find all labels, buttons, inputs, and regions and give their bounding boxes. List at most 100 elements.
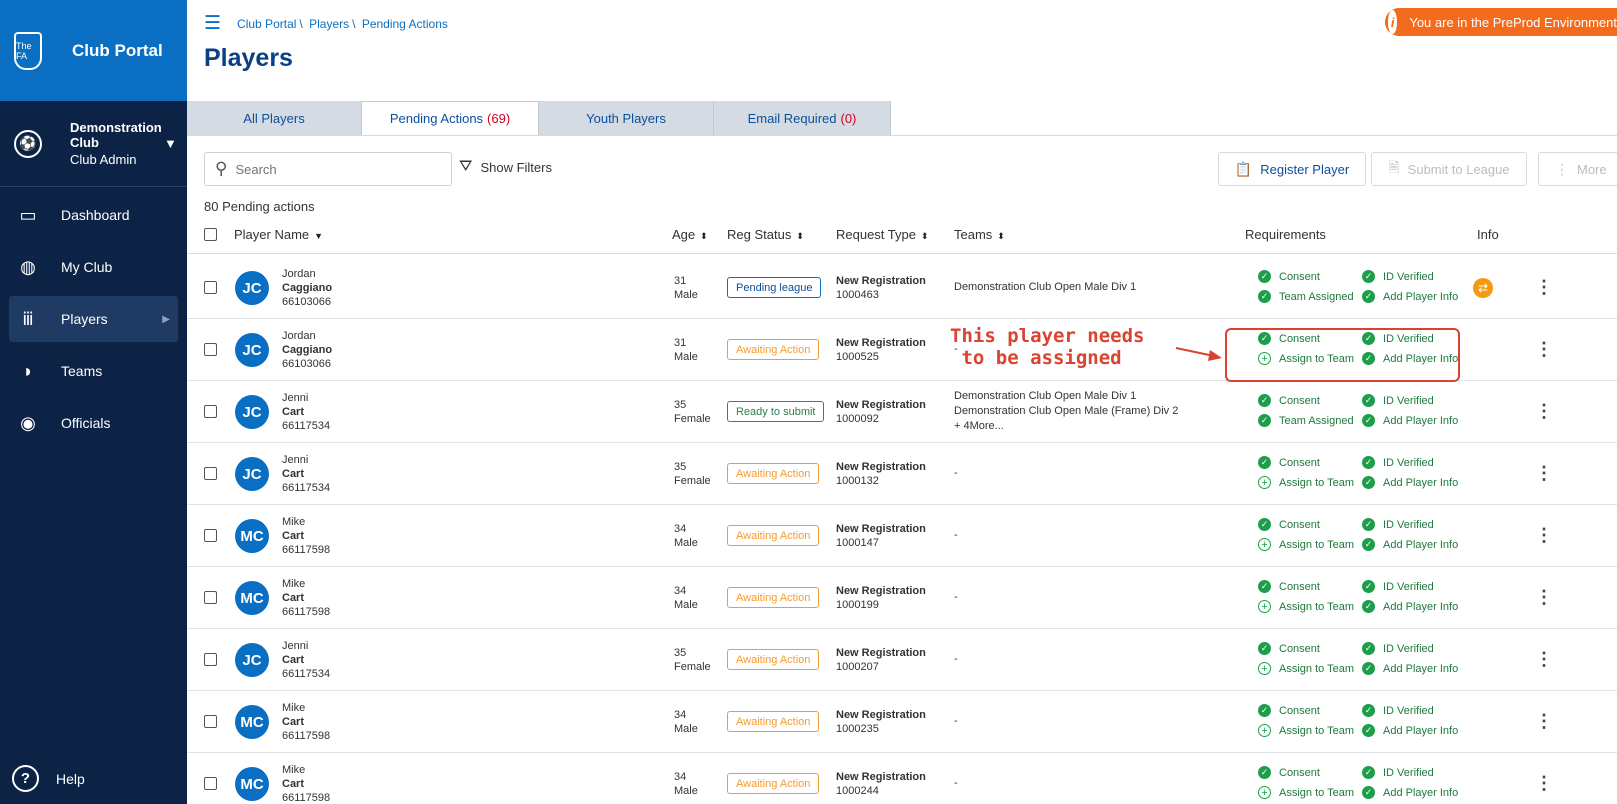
row-actions-kebab-icon[interactable]: ⋮	[1535, 277, 1553, 298]
row-checkbox[interactable]	[204, 591, 217, 604]
player-name[interactable]: Jenni Cart 66117534	[282, 453, 330, 495]
row-actions-kebab-icon[interactable]: ⋮	[1535, 649, 1553, 670]
tab-all-players[interactable]: All Players	[187, 101, 362, 135]
avatar: MC	[235, 519, 269, 553]
breadcrumb-item[interactable]: Players	[309, 17, 349, 31]
row-actions-kebab-icon[interactable]: ⋮	[1535, 773, 1553, 794]
table-row[interactable]: MC Mike Cart 66117598 34 Male Awaiting A…	[187, 753, 1617, 804]
check-circle-icon: ✓	[1258, 642, 1271, 655]
sidebar-item-label: Players	[61, 311, 108, 327]
requirement-player-info[interactable]: ✓ Add Player Info	[1362, 414, 1458, 427]
row-checkbox[interactable]	[204, 405, 217, 418]
player-name[interactable]: Mike Cart 66117598	[282, 763, 330, 804]
column-age[interactable]: Age ⬍	[672, 227, 708, 242]
table-row[interactable]: JC Jordan Caggiano 66103066 31 Male Pend…	[187, 257, 1617, 319]
tab-email-required[interactable]: Email Required (0)	[714, 101, 891, 135]
check-circle-icon: ✓	[1362, 518, 1375, 531]
plus-circle-icon: +	[1258, 538, 1271, 551]
tab-pending-actions[interactable]: Pending Actions (69)	[362, 101, 539, 135]
sync-icon[interactable]: ⇄	[1473, 278, 1493, 298]
row-actions-kebab-icon[interactable]: ⋮	[1535, 711, 1553, 732]
caret-down-icon[interactable]: ▼	[164, 136, 177, 151]
hamburger-menu-icon[interactable]: ☰	[204, 12, 221, 35]
row-checkbox[interactable]	[204, 467, 217, 480]
sidebar-item-teams[interactable]: ◗ Teams	[9, 348, 178, 394]
requirement-player-info[interactable]: ✓ Add Player Info	[1362, 662, 1458, 675]
select-all-checkbox[interactable]	[204, 228, 217, 241]
requirement-player-info[interactable]: ✓ Add Player Info	[1362, 724, 1458, 737]
requirement-player-info[interactable]: ✓ Add Player Info	[1362, 538, 1458, 551]
requirement-player-info[interactable]: ✓ Add Player Info	[1362, 476, 1458, 489]
table-row[interactable]: MC Mike Cart 66117598 34 Male Awaiting A…	[187, 505, 1617, 567]
row-checkbox[interactable]	[204, 529, 217, 542]
column-reg-status[interactable]: Reg Status ⬍	[727, 227, 804, 242]
breadcrumb-item[interactable]: Club Portal	[237, 17, 296, 31]
row-checkbox[interactable]	[204, 281, 217, 294]
page-title: Players	[204, 44, 293, 72]
chevron-right-icon: ▶	[162, 313, 170, 325]
club-switcher[interactable]: ⚽ Demonstration Club Club Admin ▼	[0, 101, 187, 187]
player-age: 35 Female	[674, 647, 711, 673]
table-row[interactable]: JC Jenni Cart 66117534 35 Female Ready t…	[187, 381, 1617, 443]
sort-icon: ⬍	[700, 231, 708, 241]
avatar: JC	[235, 271, 269, 305]
row-actions-kebab-icon[interactable]: ⋮	[1535, 401, 1553, 422]
row-actions-kebab-icon[interactable]: ⋮	[1535, 339, 1553, 360]
request-type: New Registration 1000207	[836, 647, 926, 673]
row-checkbox[interactable]	[204, 343, 217, 356]
sort-icon: ⬍	[997, 231, 1005, 241]
sidebar-item-dashboard[interactable]: ▭ Dashboard	[9, 192, 178, 238]
sidebar-nav: ▭ Dashboard ◍ My Club ⅲ Players ▶ ◗ Team…	[0, 192, 187, 446]
request-type: New Registration 1000463	[836, 275, 926, 301]
player-name[interactable]: Jordan Caggiano 66103066	[282, 267, 332, 309]
plus-circle-icon: +	[1258, 662, 1271, 675]
row-checkbox[interactable]	[204, 777, 217, 790]
requirement-player-info[interactable]: ✓ Add Player Info	[1362, 290, 1458, 303]
submit-to-league-button[interactable]: 🗎 Submit to League	[1371, 152, 1527, 186]
player-first-name: Jenni	[282, 392, 309, 404]
table-row[interactable]: JC Jenni Cart 66117534 35 Female Awaitin…	[187, 443, 1617, 505]
column-player-name[interactable]: Player Name ▼	[234, 227, 323, 242]
sidebar-header: The FA Club Portal	[0, 0, 187, 101]
requirement-team[interactable]: + Assign to Team	[1258, 786, 1354, 799]
row-checkbox[interactable]	[204, 653, 217, 666]
column-teams[interactable]: Teams ⬍	[954, 227, 1005, 242]
requirement-team[interactable]: + Assign to Team	[1258, 538, 1354, 551]
row-actions-kebab-icon[interactable]: ⋮	[1535, 463, 1553, 484]
sidebar-item-players[interactable]: ⅲ Players ▶	[9, 296, 178, 342]
row-actions-kebab-icon[interactable]: ⋮	[1535, 587, 1553, 608]
row-checkbox[interactable]	[204, 715, 217, 728]
requirement-player-info[interactable]: ✓ Add Player Info	[1362, 600, 1458, 613]
requirement-team[interactable]: + Assign to Team	[1258, 476, 1354, 489]
column-request-type[interactable]: Request Type ⬍	[836, 227, 929, 242]
table-row[interactable]: MC Mike Cart 66117598 34 Male Awaiting A…	[187, 567, 1617, 629]
player-name[interactable]: Jenni Cart 66117534	[282, 391, 330, 433]
team-name: Demonstration Club Open Male Div 1	[954, 390, 1137, 402]
requirement-consent: ✓ Consent	[1258, 642, 1320, 655]
requirement-team[interactable]: + Assign to Team	[1258, 662, 1354, 675]
sidebar-item-label: Dashboard	[61, 207, 130, 223]
table-row[interactable]: JC Jenni Cart 66117534 35 Female Awaitin…	[187, 629, 1617, 691]
player-first-name: Mike	[282, 578, 306, 590]
tab-youth-players[interactable]: Youth Players	[539, 101, 714, 135]
requirement-team[interactable]: + Assign to Team	[1258, 724, 1354, 737]
player-name[interactable]: Mike Cart 66117598	[282, 515, 330, 557]
more-button[interactable]: ⋮ More	[1538, 152, 1617, 186]
player-first-name: Jordan	[282, 330, 316, 342]
player-gender: Male	[674, 351, 698, 363]
table-row[interactable]: MC Mike Cart 66117598 34 Male Awaiting A…	[187, 691, 1617, 753]
help-label: Help	[56, 770, 85, 787]
sidebar-item-my-club[interactable]: ◍ My Club	[9, 244, 178, 290]
help-link[interactable]: ? Help	[12, 765, 85, 792]
player-name[interactable]: Jordan Caggiano 66103066	[282, 329, 332, 371]
requirement-team[interactable]: + Assign to Team	[1258, 600, 1354, 613]
row-actions-kebab-icon[interactable]: ⋮	[1535, 525, 1553, 546]
show-filters-button[interactable]: ⛛ Show Filters	[459, 158, 552, 176]
requirement-player-info[interactable]: ✓ Add Player Info	[1362, 786, 1458, 799]
player-name[interactable]: Mike Cart 66117598	[282, 701, 330, 743]
player-name[interactable]: Jenni Cart 66117534	[282, 639, 330, 681]
search-input[interactable]	[235, 161, 426, 177]
register-player-button[interactable]: 📋 Register Player	[1218, 152, 1366, 186]
player-name[interactable]: Mike Cart 66117598	[282, 577, 330, 619]
sidebar-item-officials[interactable]: ◉ Officials	[9, 400, 178, 446]
